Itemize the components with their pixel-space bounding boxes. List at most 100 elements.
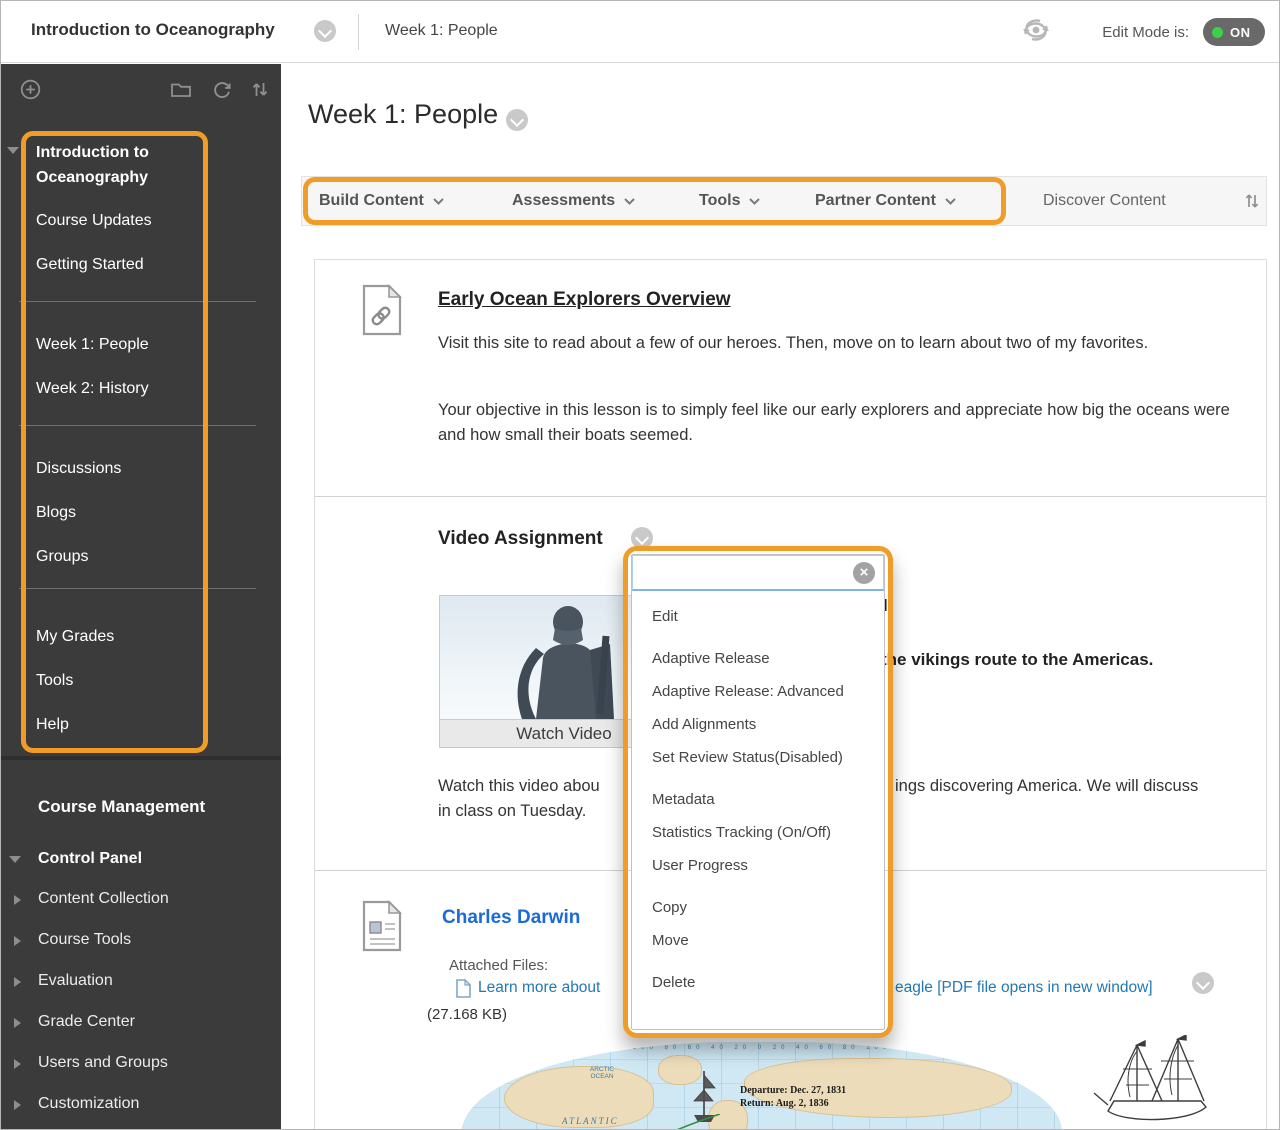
sidebar-item-tools[interactable]: Tools xyxy=(36,668,204,693)
weblink-document-icon xyxy=(362,284,402,341)
map-arctic-label: ARCTIC OCEAN xyxy=(580,1066,624,1080)
darwin-voyage-map-image: 160 140 120 100 80 60 40 20 0 20 40 60 8… xyxy=(462,1042,1062,1130)
pdf-link-right-fragment[interactable]: eagle [PDF file opens in new window] xyxy=(895,979,1153,997)
sidebar-item-week2[interactable]: Week 2: History xyxy=(36,376,204,401)
context-menu-list: Edit Adaptive Release Adaptive Release: … xyxy=(632,591,884,1007)
sidebar-item-getting-started[interactable]: Getting Started xyxy=(36,252,204,277)
sidebar-item-help[interactable]: Help xyxy=(36,712,204,737)
item-title-video-assignment: Video Assignment xyxy=(438,528,603,550)
sidebar-item-course-tools[interactable]: Course Tools xyxy=(38,931,131,949)
menu-item-user-progress[interactable]: User Progress xyxy=(632,849,884,882)
build-content-button[interactable]: Build Content xyxy=(319,177,444,225)
context-menu-highlight-box: × Edit Adaptive Release Adaptive Release… xyxy=(623,546,893,1038)
toggle-green-dot-icon xyxy=(1212,27,1223,38)
assessments-button[interactable]: Assessments xyxy=(512,177,635,225)
pdf-link-chevron-icon[interactable] xyxy=(1192,972,1214,994)
chevron-down-icon xyxy=(433,198,444,205)
sidebar-item-control-panel[interactable]: Control Panel xyxy=(38,850,142,868)
item1-paragraph-2: Your objective in this lesson is to simp… xyxy=(438,398,1233,448)
course-title: Introduction to Oceanography xyxy=(31,20,275,40)
item1-paragraph-1: Visit this site to read about a few of o… xyxy=(438,331,1233,356)
student-preview-icon[interactable] xyxy=(1018,15,1054,50)
sailing-ship-sketch-image xyxy=(1090,1035,1225,1130)
sidebar-divider xyxy=(19,301,256,302)
map-voyage-dates: Departure: Dec. 27, 1831 Return: Aug. 2,… xyxy=(740,1084,846,1110)
sidebar-item-users-and-groups[interactable]: Users and Groups xyxy=(38,1054,168,1072)
expand-caret-icon xyxy=(14,1100,21,1110)
expand-caret-icon xyxy=(14,936,21,946)
expand-caret-icon xyxy=(14,1018,21,1028)
menu-item-adaptive-release-advanced[interactable]: Adaptive Release: Advanced xyxy=(632,675,884,708)
sidebar-item-week1[interactable]: Week 1: People xyxy=(36,332,204,357)
edit-mode-toggle[interactable]: ON xyxy=(1203,18,1265,46)
menu-item-copy[interactable]: Copy xyxy=(632,891,884,924)
item-options-context-menu: × Edit Adaptive Release Adaptive Release… xyxy=(631,554,885,1030)
map-atlantic-label: ATLANTIC xyxy=(562,1118,619,1125)
sidebar-item-my-grades[interactable]: My Grades xyxy=(36,624,204,649)
sidebar-item-course-home[interactable]: Introduction to Oceanography xyxy=(36,140,204,190)
blackboard-course-window: Introduction to Oceanography Week 1: Peo… xyxy=(0,0,1280,1130)
header-right-controls: Edit Mode is: ON xyxy=(1018,1,1265,63)
menu-item-set-review-status[interactable]: Set Review Status(Disabled) xyxy=(632,741,884,774)
course-menu-sidebar: Introduction to Oceanography Course Upda… xyxy=(1,64,281,1129)
management-separator xyxy=(1,756,281,760)
menu-item-add-alignments[interactable]: Add Alignments xyxy=(632,708,884,741)
menu-item-metadata[interactable]: Metadata xyxy=(632,783,884,816)
tools-button[interactable]: Tools xyxy=(699,177,760,225)
video-description-left: Watch this video abou xyxy=(438,777,600,796)
menu-item-delete[interactable]: Delete xyxy=(632,966,884,999)
menu-item-statistics-tracking[interactable]: Statistics Tracking (On/Off) xyxy=(632,816,884,849)
reorder-items-icon[interactable] xyxy=(1243,191,1261,216)
edit-mode-state: ON xyxy=(1230,25,1251,40)
folder-view-icon[interactable] xyxy=(170,79,192,104)
reorder-arrows-icon[interactable] xyxy=(250,79,270,105)
page-title: Week 1: People xyxy=(308,99,498,130)
sidebar-item-evaluation[interactable]: Evaluation xyxy=(38,972,113,990)
header-divider xyxy=(358,14,359,50)
menu-item-adaptive-release[interactable]: Adaptive Release xyxy=(632,642,884,675)
page-title-chevron-icon[interactable] xyxy=(506,109,528,131)
pdf-link-left-fragment[interactable]: Learn more about xyxy=(478,979,600,997)
chevron-down-icon xyxy=(624,198,635,205)
item-title-early-ocean-explorers[interactable]: Early Ocean Explorers Overview xyxy=(438,289,731,311)
breadcrumb: Week 1: People xyxy=(385,22,498,40)
sidebar-divider xyxy=(19,588,256,589)
sidebar-item-discussions[interactable]: Discussions xyxy=(36,456,204,481)
sidebar-item-customization[interactable]: Customization xyxy=(38,1095,139,1113)
map-longitude-ticks: 160 140 120 100 80 60 40 20 0 20 40 60 8… xyxy=(538,1045,987,1051)
sidebar-divider xyxy=(19,425,256,426)
chevron-down-icon xyxy=(945,198,956,205)
file-size: (27.168 KB) xyxy=(427,1006,507,1023)
menu-item-move[interactable]: Move xyxy=(632,924,884,957)
sidebar-item-content-collection[interactable]: Content Collection xyxy=(38,890,169,908)
sidebar-item-course-updates[interactable]: Course Updates xyxy=(36,208,204,233)
menu-item-edit[interactable]: Edit xyxy=(632,600,884,633)
video-description-line2: in class on Tuesday. xyxy=(438,802,586,821)
expand-caret-icon xyxy=(14,977,21,987)
course-title-chevron-icon[interactable] xyxy=(314,20,336,42)
item-separator xyxy=(315,496,1266,497)
partner-content-button[interactable]: Partner Content xyxy=(815,177,956,225)
content-area: Week 1: People Build Content Assessments… xyxy=(282,64,1279,1129)
video-description-right: ings discovering America. We will discus… xyxy=(895,777,1198,796)
close-icon[interactable]: × xyxy=(853,562,875,584)
expand-caret-icon xyxy=(14,1059,21,1069)
chevron-down-icon xyxy=(749,198,760,205)
content-action-bar: Build Content Assessments Tools Partner … xyxy=(301,176,1267,226)
discover-content-button[interactable]: Discover Content xyxy=(1043,177,1166,225)
sidebar-item-groups[interactable]: Groups xyxy=(36,544,204,569)
content-item-document-icon xyxy=(362,900,402,957)
refresh-icon[interactable] xyxy=(211,79,233,105)
course-management-heading: Course Management xyxy=(38,797,205,817)
sidebar-item-blogs[interactable]: Blogs xyxy=(36,500,204,525)
sidebar-item-grade-center[interactable]: Grade Center xyxy=(38,1013,135,1031)
edit-mode-label: Edit Mode is: xyxy=(1102,24,1189,41)
course-menu-expand-caret-icon xyxy=(7,147,19,154)
context-menu-header: × xyxy=(632,555,884,591)
add-menu-item-icon[interactable] xyxy=(20,79,41,105)
control-panel-caret-icon xyxy=(9,856,21,863)
attached-files-label: Attached Files: xyxy=(449,957,548,974)
item-title-charles-darwin[interactable]: Charles Darwin xyxy=(442,907,580,929)
expand-caret-icon xyxy=(14,895,21,905)
top-header: Introduction to Oceanography Week 1: Peo… xyxy=(1,1,1279,63)
